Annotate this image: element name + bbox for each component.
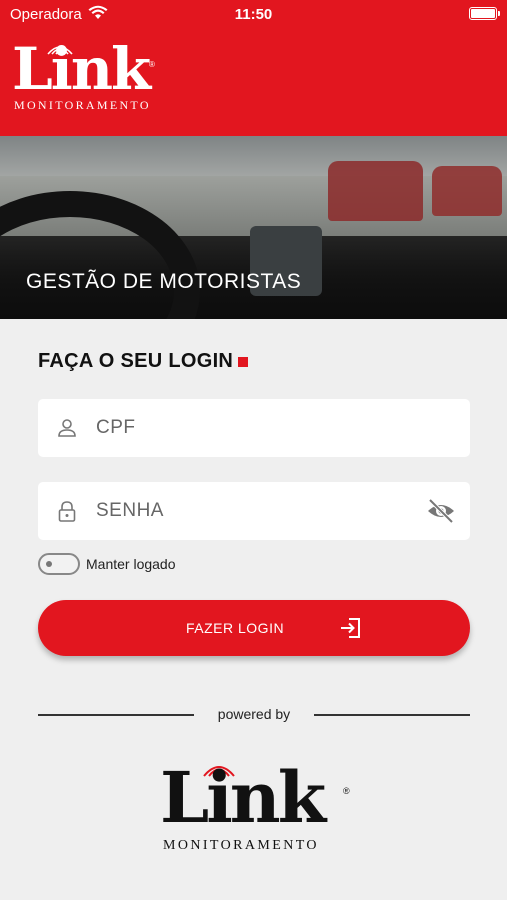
divider-line: [314, 714, 470, 716]
title-accent-square: [238, 356, 249, 367]
password-input[interactable]: [96, 482, 416, 540]
user-icon: [58, 419, 76, 437]
footer-brand-logo: Link ® MONITORAMENTO: [160, 760, 360, 860]
banner-title: GESTÃO DE MOTORISTAS: [26, 270, 302, 293]
cpf-input[interactable]: [96, 399, 416, 457]
footer-registered-mark: ®: [343, 786, 350, 796]
status-bar: Operadora 11:50: [0, 0, 507, 28]
brand-logo: Link ® MONITORAMENTO: [12, 40, 157, 112]
login-enter-icon: [341, 618, 360, 638]
brand-name: Link: [12, 35, 151, 103]
footer-brand-subtitle: MONITORAMENTO: [163, 838, 319, 853]
footer-brand-name: Link: [160, 756, 326, 839]
banner-car: [328, 161, 423, 221]
registered-mark: ®: [149, 60, 155, 69]
keep-logged-toggle[interactable]: [38, 553, 80, 575]
app-header: Operadora 11:50 Link ® MONITORAMENTO: [0, 0, 507, 136]
battery-icon: [469, 7, 500, 20]
status-time: 11:50: [234, 6, 273, 23]
eye-slash-icon[interactable]: [426, 498, 456, 524]
login-title-text: FAÇA O SEU LOGIN: [38, 350, 234, 372]
password-field[interactable]: [38, 482, 470, 540]
keep-logged-label: Manter logado: [86, 556, 176, 572]
lock-icon: [58, 501, 76, 522]
powered-by-divider: powered by: [38, 705, 470, 725]
login-button-label: FAZER LOGIN: [186, 620, 285, 636]
cpf-field[interactable]: [38, 399, 470, 457]
banner-car: [432, 166, 502, 216]
brand-subtitle: MONITORAMENTO: [14, 98, 151, 112]
login-button[interactable]: FAZER LOGIN: [38, 600, 470, 656]
login-title: FAÇA O SEU LOGIN: [38, 350, 249, 373]
hero-banner: GESTÃO DE MOTORISTAS: [0, 136, 507, 319]
